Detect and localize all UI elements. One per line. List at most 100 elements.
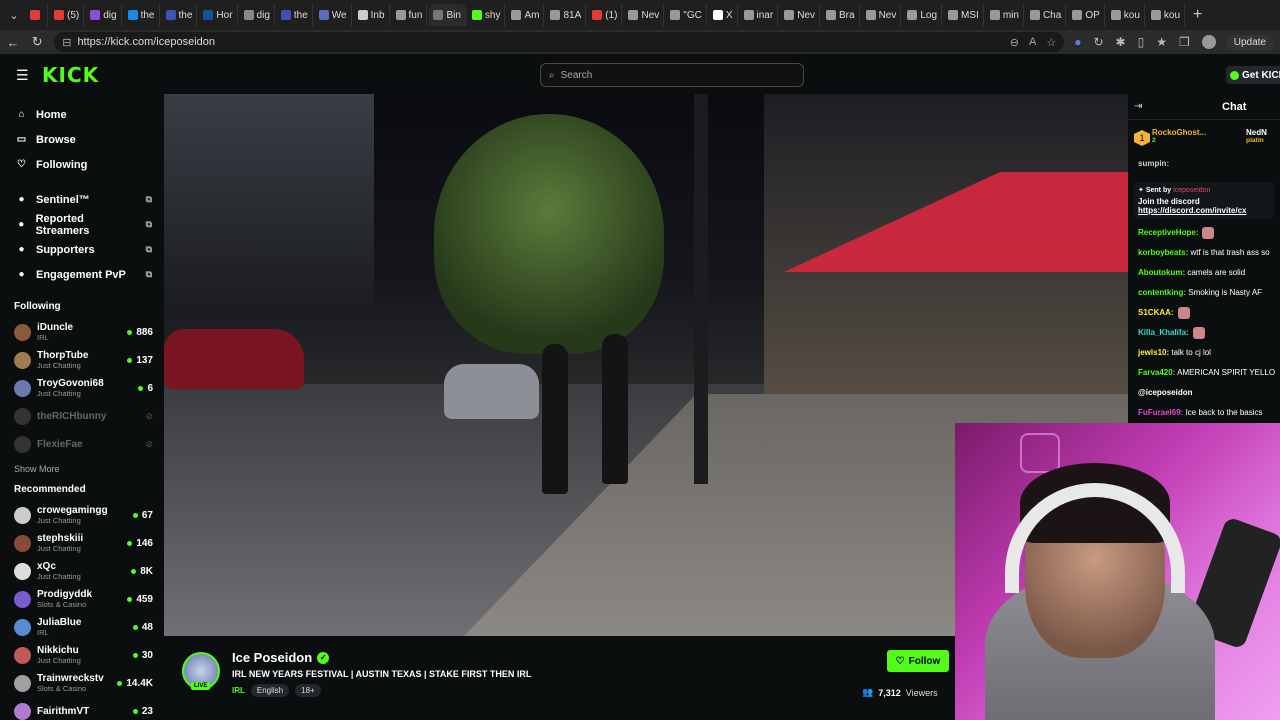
browser-tab[interactable]: dig	[240, 4, 275, 26]
chat-username[interactable]: S1CKAA:	[1138, 308, 1174, 317]
channel-item[interactable]: JuliaBlue IRL 48	[0, 613, 164, 641]
channel-item[interactable]: theRICHbunny ⊘	[0, 402, 164, 430]
update-button[interactable]: Update	[1225, 34, 1274, 50]
bookmark-star-icon[interactable]: ☆	[1046, 36, 1056, 49]
sidebar-extension-item[interactable]: ● Reported Streamers ⧉	[0, 212, 164, 237]
browser-tab[interactable]: shy	[468, 4, 506, 26]
channel-meta: JuliaBlue IRL	[37, 617, 81, 637]
browser-tab[interactable]: inar	[740, 4, 779, 26]
sidebar-item-browse[interactable]: ▭ Browse	[0, 127, 164, 152]
channel-item[interactable]: FlexieFae ⊘	[0, 430, 164, 458]
channel-item[interactable]: FairithmVT 23	[0, 697, 164, 720]
browser-tab[interactable]: kou	[1147, 4, 1186, 26]
channel-item[interactable]: crowegamingg Just Chatting 67	[0, 501, 164, 529]
new-tab-button[interactable]: +	[1187, 6, 1208, 24]
puzzle-icon[interactable]: ✱	[1116, 35, 1126, 49]
chat-username[interactable]: jewls10:	[1138, 348, 1169, 357]
channel-meta: theRICHbunny	[37, 411, 106, 422]
channel-item[interactable]: Trainwreckstv Slots & Casino 14.4K	[0, 669, 164, 697]
sidebar-extension-item[interactable]: ● Sentinel™ ⧉	[0, 187, 164, 212]
streamer-name[interactable]: Ice Poseidon	[232, 650, 312, 665]
tab-label: Am	[524, 9, 540, 21]
browser-tab[interactable]: Hor	[199, 4, 238, 26]
browser-tab[interactable]: (5)	[50, 4, 85, 26]
browser-tab[interactable]: min	[986, 4, 1024, 26]
browser-tab[interactable]: We	[315, 4, 352, 26]
tag-language[interactable]: English	[250, 684, 290, 697]
read-aloud-icon[interactable]: A	[1029, 36, 1036, 49]
browser-tab[interactable]: Nev	[862, 4, 902, 26]
stream-category[interactable]: IRL	[232, 686, 245, 695]
chat-username[interactable]: @iceposeidon	[1138, 388, 1192, 397]
browser-tab[interactable]: Bin	[429, 4, 466, 26]
channel-item[interactable]: TroyGovoni68 Just Chatting 6	[0, 374, 164, 402]
chat-username[interactable]: korboybeats:	[1138, 248, 1188, 257]
top-gifters: 1 RockoGhost... 2 NedN platin	[1128, 120, 1280, 158]
follow-button[interactable]: ♡ Follow	[887, 650, 949, 672]
chat-username[interactable]: ReceptiveHope:	[1138, 228, 1198, 237]
channel-avatar	[14, 323, 31, 341]
discord-link[interactable]: https://discord.com/invite/cx	[1138, 206, 1270, 215]
menu-icon[interactable]: ☰	[16, 67, 29, 84]
show-more-link[interactable]: Show More	[0, 464, 164, 474]
channel-item[interactable]: iDuncle IRL 886	[0, 318, 164, 346]
channel-item[interactable]: xQc Just Chatting 8K	[0, 557, 164, 585]
collapse-chat-icon[interactable]: ⇥	[1134, 101, 1142, 112]
browser-tab[interactable]: the	[124, 4, 160, 26]
browser-tab[interactable]: 81A	[546, 4, 587, 26]
sidebar-extension-item[interactable]: ● Supporters ⧉	[0, 237, 164, 262]
browser-tab[interactable]: MSI	[944, 4, 984, 26]
top-gifter-2[interactable]: NedN platin	[1246, 128, 1267, 144]
channel-item[interactable]: Nikkichu Just Chatting 30	[0, 641, 164, 669]
favorites-icon[interactable]: ★	[1156, 35, 1167, 49]
tab-favicon-icon	[1150, 10, 1161, 20]
get-kick-button[interactable]: Get KICK	[1226, 66, 1280, 84]
channel-item[interactable]: stephskiii Just Chatting 146	[0, 529, 164, 557]
browser-tab[interactable]: Nev	[780, 4, 820, 26]
chat-username[interactable]: Killa_Khalifa:	[1138, 328, 1189, 337]
chat-username[interactable]: contentking:	[1138, 288, 1186, 297]
browser-tab[interactable]: X	[709, 4, 738, 26]
chat-username[interactable]: Farva420:	[1138, 368, 1175, 377]
browser-tab[interactable]	[26, 4, 48, 26]
refresh-extension-icon[interactable]: ↻	[1093, 35, 1103, 49]
browser-tab[interactable]: dig	[86, 4, 122, 26]
browser-tab[interactable]: Cha	[1026, 4, 1067, 26]
profile-avatar[interactable]	[1201, 35, 1216, 49]
back-icon[interactable]: ←	[6, 35, 20, 50]
chat-username[interactable]: Aboutokum:	[1138, 268, 1185, 277]
chat-username[interactable]: FuFurael69:	[1138, 408, 1183, 417]
browser-tab[interactable]: the	[277, 4, 313, 26]
chat-username[interactable]: sumpin:	[1138, 159, 1169, 168]
browser-tab[interactable]: OP	[1068, 4, 1105, 26]
browser-tab[interactable]: (1)	[588, 4, 623, 26]
browser-tab[interactable]: Bra	[822, 4, 860, 26]
browser-tab[interactable]: fun	[392, 4, 428, 26]
sidebar-item-home[interactable]: ⌂ Home	[0, 102, 164, 127]
search-input[interactable]: ⌕ Search	[540, 63, 804, 87]
tab-list-menu-icon[interactable]: ⌄	[4, 5, 24, 25]
extension-icon[interactable]: ●	[1074, 35, 1081, 49]
browser-tab[interactable]: Inb	[354, 4, 390, 26]
sidebar-extension-item[interactable]: ● Engagement PvP ⧉	[0, 262, 164, 287]
url-field[interactable]: ⊟ https://kick.com/iceposeidon ⊖ A ☆	[54, 32, 1065, 52]
browser-tab[interactable]: Am	[507, 4, 545, 26]
pinned-sender[interactable]: iceposeidon	[1173, 187, 1210, 194]
collections-icon[interactable]: ❐	[1179, 35, 1190, 49]
browser-tab[interactable]: Nev	[624, 4, 665, 26]
kick-logo[interactable]: KICK	[42, 63, 99, 87]
channel-item[interactable]: Prodigyddk Slots & Casino 459	[0, 585, 164, 613]
reload-icon[interactable]: ↻	[30, 34, 44, 50]
channel-item[interactable]: ThorpTube Just Chatting 137	[0, 346, 164, 374]
sidebar-item-following[interactable]: ♡ Following	[0, 152, 164, 177]
zoom-icon[interactable]: ⊖	[1010, 36, 1019, 49]
browser-tab[interactable]: kou	[1107, 4, 1145, 26]
browser-tab[interactable]: the	[162, 4, 198, 26]
site-info-icon[interactable]: ⊟	[62, 36, 71, 49]
browser-tab[interactable]: Log	[903, 4, 943, 26]
split-screen-icon[interactable]: ▯	[1138, 35, 1145, 49]
browser-tab[interactable]: "GC	[666, 4, 707, 26]
tag-mature[interactable]: 18+	[295, 684, 321, 697]
top-gifter-1[interactable]: RockoGhost... 2	[1152, 128, 1206, 144]
tab-favicon-icon	[907, 10, 918, 20]
